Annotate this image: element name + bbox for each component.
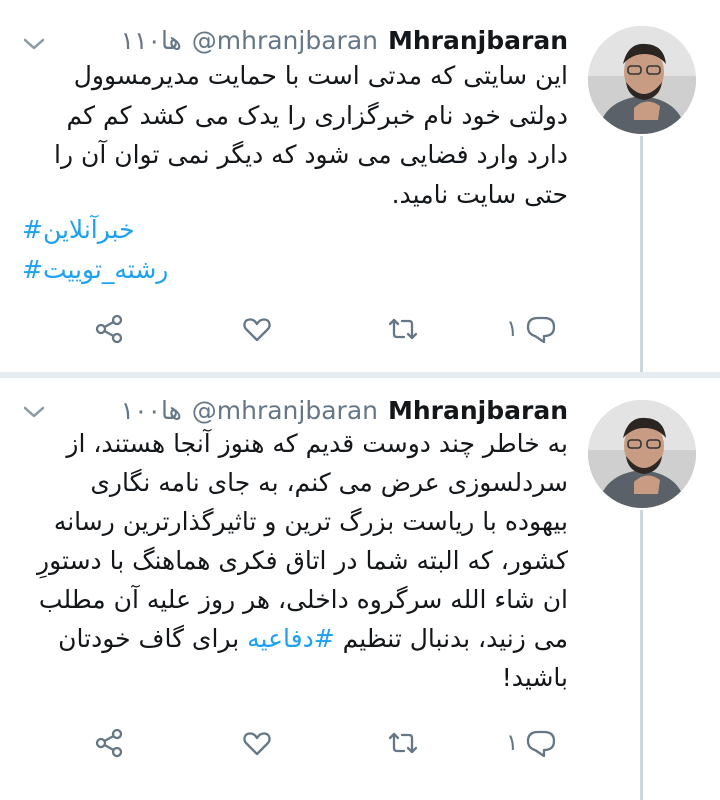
tweet-display-name[interactable]: Mhranjbaran bbox=[388, 26, 568, 55]
retweet-button[interactable] bbox=[386, 726, 420, 760]
reply-icon bbox=[527, 730, 556, 758]
tweet-time[interactable]: ۱۱ها۰ bbox=[121, 26, 182, 55]
share-button[interactable] bbox=[92, 312, 126, 346]
retweet-icon bbox=[388, 732, 418, 754]
tweet-display-name[interactable]: Mhranjbaran bbox=[388, 396, 568, 425]
like-icon bbox=[243, 318, 271, 342]
reply-button[interactable]: ۱ bbox=[506, 312, 558, 346]
reply-count: ۱ bbox=[506, 316, 519, 342]
like-button[interactable] bbox=[240, 726, 274, 760]
reply-count: ۱ bbox=[506, 730, 519, 756]
hashtag-link[interactable]: #دفاعیه bbox=[247, 624, 335, 653]
tweet-handle[interactable]: @mhranjbaran bbox=[192, 26, 378, 55]
tweet[interactable]: ۱۰۰ها @mhranjbaran Mhranjbaran به خاطر چ… bbox=[0, 378, 720, 800]
tweet-time[interactable]: ۱۰۰ها bbox=[121, 396, 182, 425]
reply-button[interactable]: ۱ bbox=[506, 726, 558, 760]
like-icon bbox=[243, 732, 271, 756]
tweet-text: این سایتی که مدتی است با حمایت مدیرمسوول… bbox=[54, 61, 568, 209]
reply-icon bbox=[527, 316, 556, 344]
avatar[interactable] bbox=[588, 400, 696, 508]
like-button[interactable] bbox=[240, 312, 274, 346]
thread-line bbox=[640, 510, 643, 800]
thread-line bbox=[640, 136, 643, 372]
chevron-down-icon[interactable] bbox=[22, 404, 46, 420]
hashtag-link[interactable]: رشته_توییت# bbox=[22, 250, 168, 290]
tweet-header: ۱۰۰ها @mhranjbaran Mhranjbaran bbox=[121, 396, 568, 425]
tweet-handle[interactable]: @mhranjbaran bbox=[192, 396, 378, 425]
tweet-actions: ۱ bbox=[0, 726, 580, 766]
avatar[interactable] bbox=[588, 26, 696, 134]
hashtag-link[interactable]: خبرآنلاین# bbox=[22, 210, 168, 250]
share-icon bbox=[95, 314, 123, 344]
tweet-header: ۱۱ها۰ @mhranjbaran Mhranjbaran bbox=[121, 26, 568, 55]
tweet-actions: ۱ bbox=[0, 312, 580, 352]
tweet[interactable]: ۱۱ها۰ @mhranjbaran Mhranjbaran این سایتی… bbox=[0, 0, 720, 372]
share-button[interactable] bbox=[92, 726, 126, 760]
hashtag-list: خبرآنلاین# رشته_توییت# bbox=[22, 210, 168, 290]
retweet-icon bbox=[388, 318, 418, 340]
share-icon bbox=[95, 728, 123, 758]
chevron-down-icon[interactable] bbox=[22, 36, 46, 52]
tweet-text-part: به خاطر چند دوست قدیم که هنوز آنجا هستند… bbox=[37, 429, 568, 653]
tweet-text: به خاطر چند دوست قدیم که هنوز آنجا هستند… bbox=[30, 424, 568, 697]
retweet-button[interactable] bbox=[386, 312, 420, 346]
